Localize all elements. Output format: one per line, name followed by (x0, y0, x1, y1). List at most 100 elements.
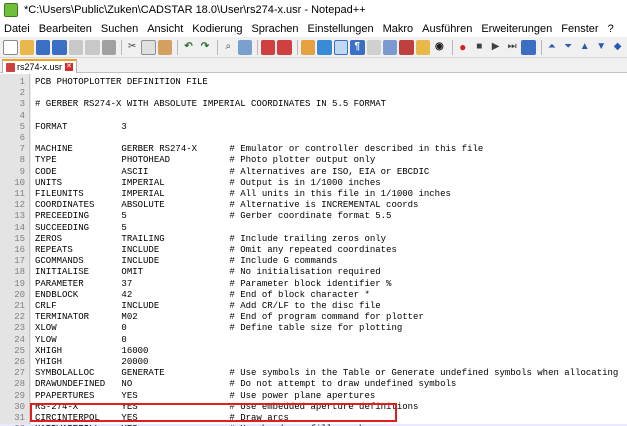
code-line[interactable]: 19 PARAMETER 37 # Parameter block identif… (0, 279, 627, 290)
zoom-out-icon[interactable] (277, 39, 292, 55)
zoom-in-icon[interactable] (260, 39, 276, 55)
code-line[interactable]: 17 GCOMMANDS INCLUDE # Include G commands (0, 256, 627, 267)
menu-suchen[interactable]: Suchen (101, 23, 138, 35)
monitor-icon[interactable]: ◉ (432, 40, 446, 55)
menu-help[interactable]: ? (608, 23, 614, 35)
find-icon[interactable]: ⌕ (221, 40, 235, 55)
code-line[interactable]: 22 TERMINATOR M02 # End of program comman… (0, 312, 627, 323)
stop-record-icon[interactable]: ■ (472, 40, 486, 55)
code-line[interactable]: 26 YHIGH 20000 (0, 357, 627, 368)
menu-ansicht[interactable]: Ansicht (147, 23, 183, 35)
doc-map-icon[interactable] (382, 39, 398, 55)
code-line[interactable]: 29 PPAPERTURES YES # Use power plane aper… (0, 391, 627, 402)
save-all-icon[interactable] (52, 39, 67, 55)
notepadpp-app-icon (4, 3, 18, 17)
code-line[interactable]: 11 FILEUNITS IMPERIAL # All units in this… (0, 189, 627, 200)
bookmark-icon[interactable]: ◆ (610, 40, 624, 55)
code-line[interactable]: 4 (0, 111, 627, 122)
line-text: MACHINE GERBER RS274-X # Emulator or con… (35, 144, 484, 155)
line-text: SUCCEEDING 5 (35, 222, 127, 233)
code-line[interactable]: 25 XHIGH 16000 (0, 346, 627, 357)
print-icon[interactable] (101, 39, 117, 55)
code-line[interactable]: 10 UNITS IMPERIAL # Output is in 1/1000 i… (0, 178, 627, 189)
play-macro-icon[interactable]: ▶ (488, 40, 502, 55)
code-line[interactable]: 23 XLOW 0 # Define table size for plottin… (0, 323, 627, 334)
line-text: GCOMMANDS INCLUDE # Include G commands (35, 256, 338, 267)
menu-einstellungen[interactable]: Einstellungen (308, 23, 374, 35)
down-icon[interactable]: ▼ (594, 40, 608, 55)
tab-rs274-x-usr[interactable]: rs274-x.usr ✕ (2, 59, 78, 73)
line-text: FILEUNITS IMPERIAL # All units in this f… (35, 189, 451, 199)
code-line[interactable]: 18 INITIALISE OMIT # No initialisation re… (0, 267, 627, 278)
code-line[interactable]: 12 COORDINATES ABSOLUTE # Alternative is … (0, 200, 627, 211)
line-text: CODE ASCII # Alternatives are ISO, EIA o… (35, 166, 430, 177)
code-line[interactable]: 21 CRLF INCLUDE # Add CR/LF to the disc f… (0, 301, 627, 312)
open-folder-icon[interactable] (19, 39, 34, 55)
line-number: 23 (14, 323, 25, 334)
code-line[interactable]: 14 SUCCEEDING 5 (0, 223, 627, 234)
copy-icon[interactable] (141, 39, 156, 55)
line-number: 12 (14, 200, 25, 211)
undo-icon[interactable]: ↶ (181, 40, 195, 55)
menu-makro[interactable]: Makro (383, 23, 414, 35)
sync-horizontal-icon[interactable] (317, 39, 332, 55)
expand-icon[interactable]: ⏷ (561, 40, 575, 55)
line-number: 20 (14, 289, 25, 300)
replace-icon[interactable] (237, 39, 252, 55)
code-line[interactable]: 5 FORMAT 3 (0, 122, 627, 133)
code-line[interactable]: 15 ZEROS TRAILING # Include trailing zero… (0, 234, 627, 245)
word-wrap-icon[interactable] (333, 39, 349, 55)
menu-fenster[interactable]: Fenster (561, 23, 598, 35)
menu-ausfuehren[interactable]: Ausführen (422, 23, 472, 35)
line-number: 6 (19, 133, 25, 143)
code-line[interactable]: 27 SYMBOLALLOC GENERATE # Use symbols in … (0, 368, 627, 379)
redo-icon[interactable]: ↷ (198, 40, 212, 55)
line-number: 13 (14, 211, 25, 222)
code-line[interactable]: 7 MACHINE GERBER RS274-X # Emulator or co… (0, 144, 627, 155)
sync-vertical-icon[interactable] (300, 39, 316, 55)
line-number: 3 (19, 99, 25, 110)
code-line[interactable]: 20 ENDBLOCK 42 # End of block character * (0, 290, 627, 301)
line-text: ZEROS TRAILING # Include trailing zeros … (35, 233, 387, 244)
save-macro-icon[interactable] (521, 39, 536, 55)
code-line[interactable]: 13 PRECEEDING 5 # Gerber coordinate forma… (0, 211, 627, 222)
indent-guide-icon[interactable] (366, 39, 381, 55)
line-text: PARAMETER 37 # Parameter block identifie… (35, 278, 392, 289)
editor-area[interactable]: 1 PCB PHOTOPLOTTER DEFINITION FILE 2 3 # GER… (0, 74, 627, 426)
new-file-icon[interactable] (3, 39, 18, 55)
code-line[interactable]: 3 # GERBER RS274-X WITH ABSOLUTE IMPERIAL… (0, 99, 627, 110)
up-icon[interactable]: ▲ (578, 40, 592, 55)
line-number: 18 (14, 267, 25, 278)
line-text: ENDBLOCK 42 # End of block character * (35, 289, 370, 300)
collapse-icon[interactable]: ⏶ (545, 40, 559, 55)
code-line[interactable]: 8 TYPE PHOTOHEAD # Photo plotter output o… (0, 155, 627, 166)
code-line[interactable]: 9 CODE ASCII # Alternatives are ISO, EIA … (0, 167, 627, 178)
highlight-annotation-box (30, 403, 397, 422)
show-all-chars-icon[interactable]: ¶ (350, 39, 365, 55)
tab-close-icon[interactable]: ✕ (65, 63, 74, 71)
menu-sprachen[interactable]: Sprachen (251, 23, 298, 35)
folder-workspace-icon[interactable] (415, 39, 431, 55)
code-line[interactable]: 24 YLOW 0 (0, 335, 627, 346)
menu-bearbeiten[interactable]: Bearbeiten (39, 23, 92, 35)
record-macro-icon[interactable]: ● (456, 40, 470, 55)
line-text: DRAWUNDEFINED NO # Do not attempt to dra… (35, 379, 457, 390)
menu-erweiterungen[interactable]: Erweiterungen (481, 23, 552, 35)
cut-icon[interactable]: ✂ (125, 40, 139, 55)
function-list-icon[interactable] (399, 39, 414, 55)
line-text: PRECEEDING 5 # Gerber coordinate format … (35, 211, 392, 222)
toolbar: ✂ ↶ ↷ ⌕ ¶ ◉ ● ■ ▶ ⏭ ⏶ ⏷ ▲ ▼ ◆ (0, 37, 627, 58)
save-icon[interactable] (35, 39, 51, 55)
menu-datei[interactable]: Datei (4, 23, 30, 35)
paste-icon[interactable] (157, 39, 173, 55)
menu-kodierung[interactable]: Kodierung (192, 23, 242, 35)
close-all-icon[interactable] (85, 39, 100, 55)
code-line[interactable]: 6 (0, 133, 627, 144)
code-line[interactable]: 2 (0, 88, 627, 99)
run-macro-multiple-icon[interactable]: ⏭ (505, 40, 519, 55)
code-line[interactable]: 16 REPEATS INCLUDE # Omit any repeated co… (0, 245, 627, 256)
code-line[interactable]: 1 PCB PHOTOPLOTTER DEFINITION FILE (0, 77, 627, 88)
close-icon[interactable] (68, 39, 84, 55)
toolbar-separator (217, 39, 219, 55)
code-line[interactable]: 28 DRAWUNDEFINED NO # Do not attempt to d… (0, 379, 627, 390)
